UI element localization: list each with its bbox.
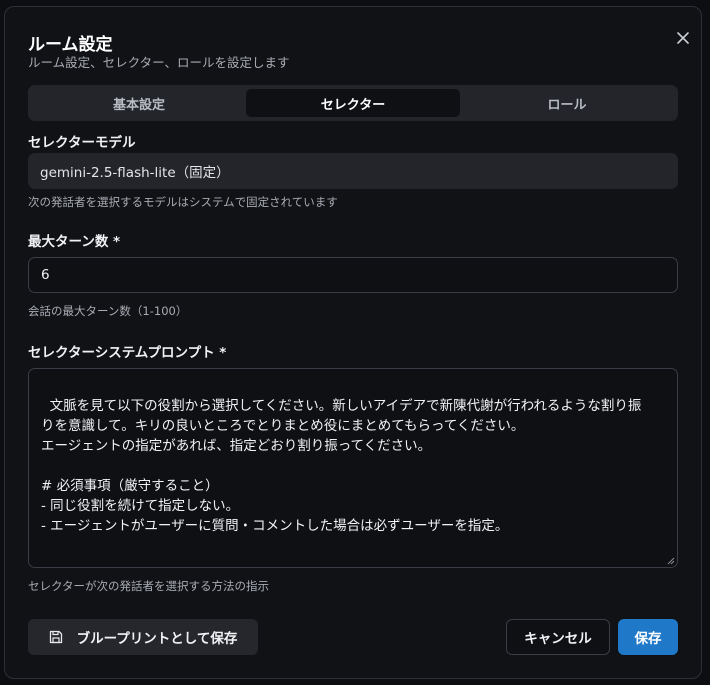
- save-icon: [49, 630, 63, 644]
- selector-prompt-hint: セレクターが次の発話者を選択する方法の指示: [28, 579, 270, 593]
- save-button[interactable]: 保存: [618, 619, 678, 655]
- selector-prompt-textarea[interactable]: 文脈を見て以下の役割から選択してください。新しいアイデアで新陳代謝が行われるよう…: [28, 368, 678, 568]
- tab-roles[interactable]: ロール: [460, 89, 674, 117]
- selector-prompt-text: 文脈を見て以下の役割から選択してください。新しいアイデアで新陳代謝が行われるよう…: [41, 398, 642, 534]
- max-turns-input[interactable]: 6: [28, 257, 678, 293]
- tab-basic-settings[interactable]: 基本設定: [32, 89, 246, 117]
- max-turns-label: 最大ターン数 *: [28, 234, 121, 250]
- max-turns-hint: 会話の最大ターン数（1-100）: [28, 304, 188, 318]
- close-icon: [677, 32, 689, 44]
- save-as-blueprint-button[interactable]: ブループリントとして保存: [28, 619, 258, 655]
- selector-model-hint: 次の発話者を選択するモデルはシステムで固定されています: [28, 195, 338, 209]
- selector-model-label: セレクターモデル: [28, 135, 136, 151]
- resize-handle-icon[interactable]: [667, 557, 675, 565]
- tab-list: 基本設定 セレクター ロール: [28, 85, 678, 121]
- tab-selector[interactable]: セレクター: [246, 89, 460, 117]
- cancel-button[interactable]: キャンセル: [506, 619, 610, 655]
- selector-model-field: gemini-2.5-flash-lite（固定）: [28, 153, 678, 189]
- dialog-subtitle: ルーム設定、セレクター、ロールを設定します: [28, 55, 290, 70]
- close-button[interactable]: [672, 27, 694, 49]
- save-as-blueprint-label: ブループリントとして保存: [76, 631, 238, 647]
- selector-prompt-label: セレクターシステムプロンプト *: [28, 345, 227, 361]
